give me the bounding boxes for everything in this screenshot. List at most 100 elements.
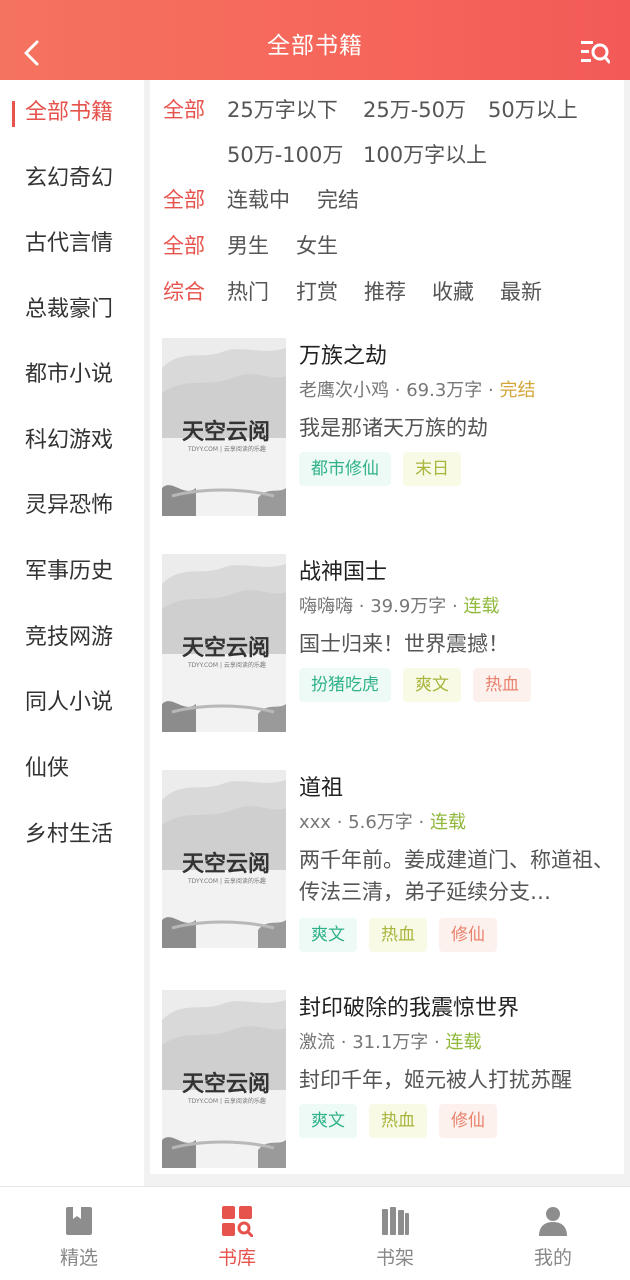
filter-word-50w-100w[interactable]: 50万-100万 [227, 137, 343, 173]
sidebar-item-rural-life[interactable]: 乡村生活 [0, 815, 144, 855]
book-status: 连载 [463, 596, 500, 617]
filter-gender-male[interactable]: 男生 [227, 228, 269, 264]
sidebar-item-ceo-romance[interactable]: 总裁豪门 [0, 290, 144, 330]
book-tag[interactable]: 修仙 [439, 918, 497, 952]
nav-label: 精选 [59, 1247, 98, 1269]
sidebar-item-ancient-romance[interactable]: 古代言情 [0, 224, 144, 264]
bottom-nav: 精选 书库 书架 我的 [0, 1186, 630, 1280]
nav-tab-library[interactable]: 书库 [158, 1187, 316, 1280]
filter-word-under-25w[interactable]: 25万字以下 [227, 92, 338, 128]
cover-slogan: TDYY.COM | 云享阅读的乐趣 [188, 878, 266, 885]
book-tag[interactable]: 修仙 [439, 1104, 497, 1138]
book-title[interactable]: 战神国士 [299, 554, 387, 586]
filter-word-over-50w[interactable]: 50万以上 [488, 92, 578, 128]
book-tag[interactable]: 热血 [369, 918, 427, 952]
book-meta: xxx · 5.6万字 · 连载 [299, 812, 466, 833]
filter-word-25w-50w[interactable]: 25万-50万 [363, 92, 466, 128]
book-word-count: 5.6万字 [348, 812, 413, 833]
book-word-count: 69.3万字 [406, 380, 483, 401]
sort-recommended[interactable]: 推荐 [364, 274, 406, 310]
sidebar-item-all-books[interactable]: 全部书籍 [0, 93, 144, 133]
sort-hot[interactable]: 热门 [227, 274, 269, 310]
cover-slogan: TDYY.COM | 云享阅读的乐趣 [188, 662, 266, 669]
book-author: 嗨嗨嗨 [299, 596, 353, 617]
book-tags: 爽文 热血 修仙 [299, 918, 497, 952]
book-title[interactable]: 道祖 [299, 770, 343, 802]
user-icon [539, 1207, 567, 1236]
filter-status-all[interactable]: 全部 [163, 182, 205, 218]
book-cover[interactable]: 天空云阅 TDYY.COM | 云享阅读的乐趣 [162, 554, 286, 732]
sidebar-item-xianxia[interactable]: 仙侠 [0, 749, 144, 789]
sidebar-item-scifi-game[interactable]: 科幻游戏 [0, 421, 144, 461]
book-tag[interactable]: 都市修仙 [299, 452, 391, 486]
book-tag[interactable]: 爽文 [299, 918, 357, 952]
filter-search-icon[interactable] [580, 38, 610, 66]
book-cover[interactable]: 天空云阅 TDYY.COM | 云享阅读的乐趣 [162, 770, 286, 948]
book-description: 两千年前。姜成建道门、称道祖、传法三清，弟子延续分支… [299, 848, 614, 904]
book-meta: 嗨嗨嗨 · 39.9万字 · 连载 [299, 596, 500, 617]
top-bar: 全部书籍 [0, 0, 630, 80]
book-title[interactable]: 万族之劫 [299, 338, 387, 370]
cover-brand: 天空云阅 [182, 635, 271, 661]
word-count-filter: 全部 25万字以下 25万-50万 50万以上 [150, 92, 624, 128]
cover-brand: 天空云阅 [182, 851, 271, 877]
sort-newest[interactable]: 最新 [500, 274, 542, 310]
gender-filter: 全部 男生 女生 [150, 228, 624, 264]
sidebar-item-fan-fiction[interactable]: 同人小说 [0, 683, 144, 723]
book-cover[interactable]: 天空云阅 TDYY.COM | 云享阅读的乐趣 [162, 990, 286, 1168]
bookshelf-icon [382, 1207, 409, 1235]
nav-label: 书架 [375, 1247, 414, 1269]
nav-tab-featured[interactable]: 精选 [0, 1187, 158, 1280]
book-tags: 扮猪吃虎 爽文 热血 [299, 668, 531, 702]
sidebar-item-military-history[interactable]: 军事历史 [0, 552, 144, 592]
book-tags: 都市修仙 末日 [299, 452, 461, 486]
sidebar-item-fantasy[interactable]: 玄幻奇幻 [0, 159, 144, 199]
status-filter: 全部 连载中 完结 [150, 182, 624, 218]
nav-tab-mine[interactable]: 我的 [474, 1187, 630, 1280]
book-tag[interactable]: 爽文 [403, 668, 461, 702]
book-author: 老鹰次小鸡 [299, 380, 389, 401]
book-item[interactable]: 天空云阅 TDYY.COM | 云享阅读的乐趣 万族之劫 老鹰次小鸡 · 69.… [150, 338, 624, 518]
page-title: 全部书籍 [267, 33, 363, 59]
library-grid-search-icon [222, 1206, 253, 1237]
book-word-count: 39.9万字 [370, 596, 447, 617]
book-list-panel: 全部 25万字以下 25万-50万 50万以上 50万-100万 100万字以上… [150, 80, 624, 1174]
sidebar-item-esports[interactable]: 竞技网游 [0, 618, 144, 658]
book-cover[interactable]: 天空云阅 TDYY.COM | 云享阅读的乐趣 [162, 338, 286, 516]
filter-status-finished[interactable]: 完结 [317, 182, 359, 218]
book-status: 连载 [445, 1032, 482, 1053]
book-item[interactable]: 天空云阅 TDYY.COM | 云享阅读的乐趣 封印破除的我震惊世界 激流 · … [150, 990, 624, 1170]
book-description: 封印千年，姬元被人打扰苏醒 [299, 1068, 572, 1092]
sort-tips[interactable]: 打赏 [296, 274, 338, 310]
sort-filter: 综合 热门 打赏 推荐 收藏 最新 [150, 274, 624, 310]
filter-word-all[interactable]: 全部 [163, 92, 205, 128]
book-description: 国士归来！世界震撼！ [299, 632, 509, 656]
bookmark-book-icon [66, 1207, 92, 1235]
book-tag[interactable]: 末日 [403, 452, 461, 486]
book-title[interactable]: 封印破除的我震惊世界 [299, 990, 519, 1022]
filter-word-over-100w[interactable]: 100万字以上 [363, 137, 487, 173]
book-tags: 爽文 热血 修仙 [299, 1104, 497, 1138]
cover-slogan: TDYY.COM | 云享阅读的乐趣 [188, 1098, 266, 1105]
sort-favorites[interactable]: 收藏 [432, 274, 474, 310]
category-sidebar: 全部书籍 玄幻奇幻 古代言情 总裁豪门 都市小说 科幻游戏 灵异恐怖 军事历史 … [0, 80, 144, 1186]
book-item[interactable]: 天空云阅 TDYY.COM | 云享阅读的乐趣 战神国士 嗨嗨嗨 · 39.9万… [150, 554, 624, 734]
sidebar-item-horror[interactable]: 灵异恐怖 [0, 486, 144, 526]
cover-slogan: TDYY.COM | 云享阅读的乐趣 [188, 446, 266, 453]
book-meta: 激流 · 31.1万字 · 连载 [299, 1032, 482, 1053]
book-tag[interactable]: 扮猪吃虎 [299, 668, 391, 702]
book-item[interactable]: 天空云阅 TDYY.COM | 云享阅读的乐趣 道祖 xxx · 5.6万字 ·… [150, 770, 624, 954]
filter-gender-female[interactable]: 女生 [296, 228, 338, 264]
sort-comprehensive[interactable]: 综合 [163, 274, 205, 310]
nav-label: 我的 [533, 1247, 572, 1269]
book-meta: 老鹰次小鸡 · 69.3万字 · 完结 [299, 380, 536, 401]
cover-brand: 天空云阅 [182, 1071, 271, 1097]
nav-tab-bookshelf[interactable]: 书架 [316, 1187, 474, 1280]
book-tag[interactable]: 爽文 [299, 1104, 357, 1138]
filter-status-serializing[interactable]: 连载中 [227, 182, 290, 218]
sidebar-item-urban[interactable]: 都市小说 [0, 355, 144, 395]
book-tag[interactable]: 热血 [369, 1104, 427, 1138]
filter-gender-all[interactable]: 全部 [163, 228, 205, 264]
book-tag[interactable]: 热血 [473, 668, 531, 702]
word-count-filter-row2: 50万-100万 100万字以上 [150, 137, 624, 173]
